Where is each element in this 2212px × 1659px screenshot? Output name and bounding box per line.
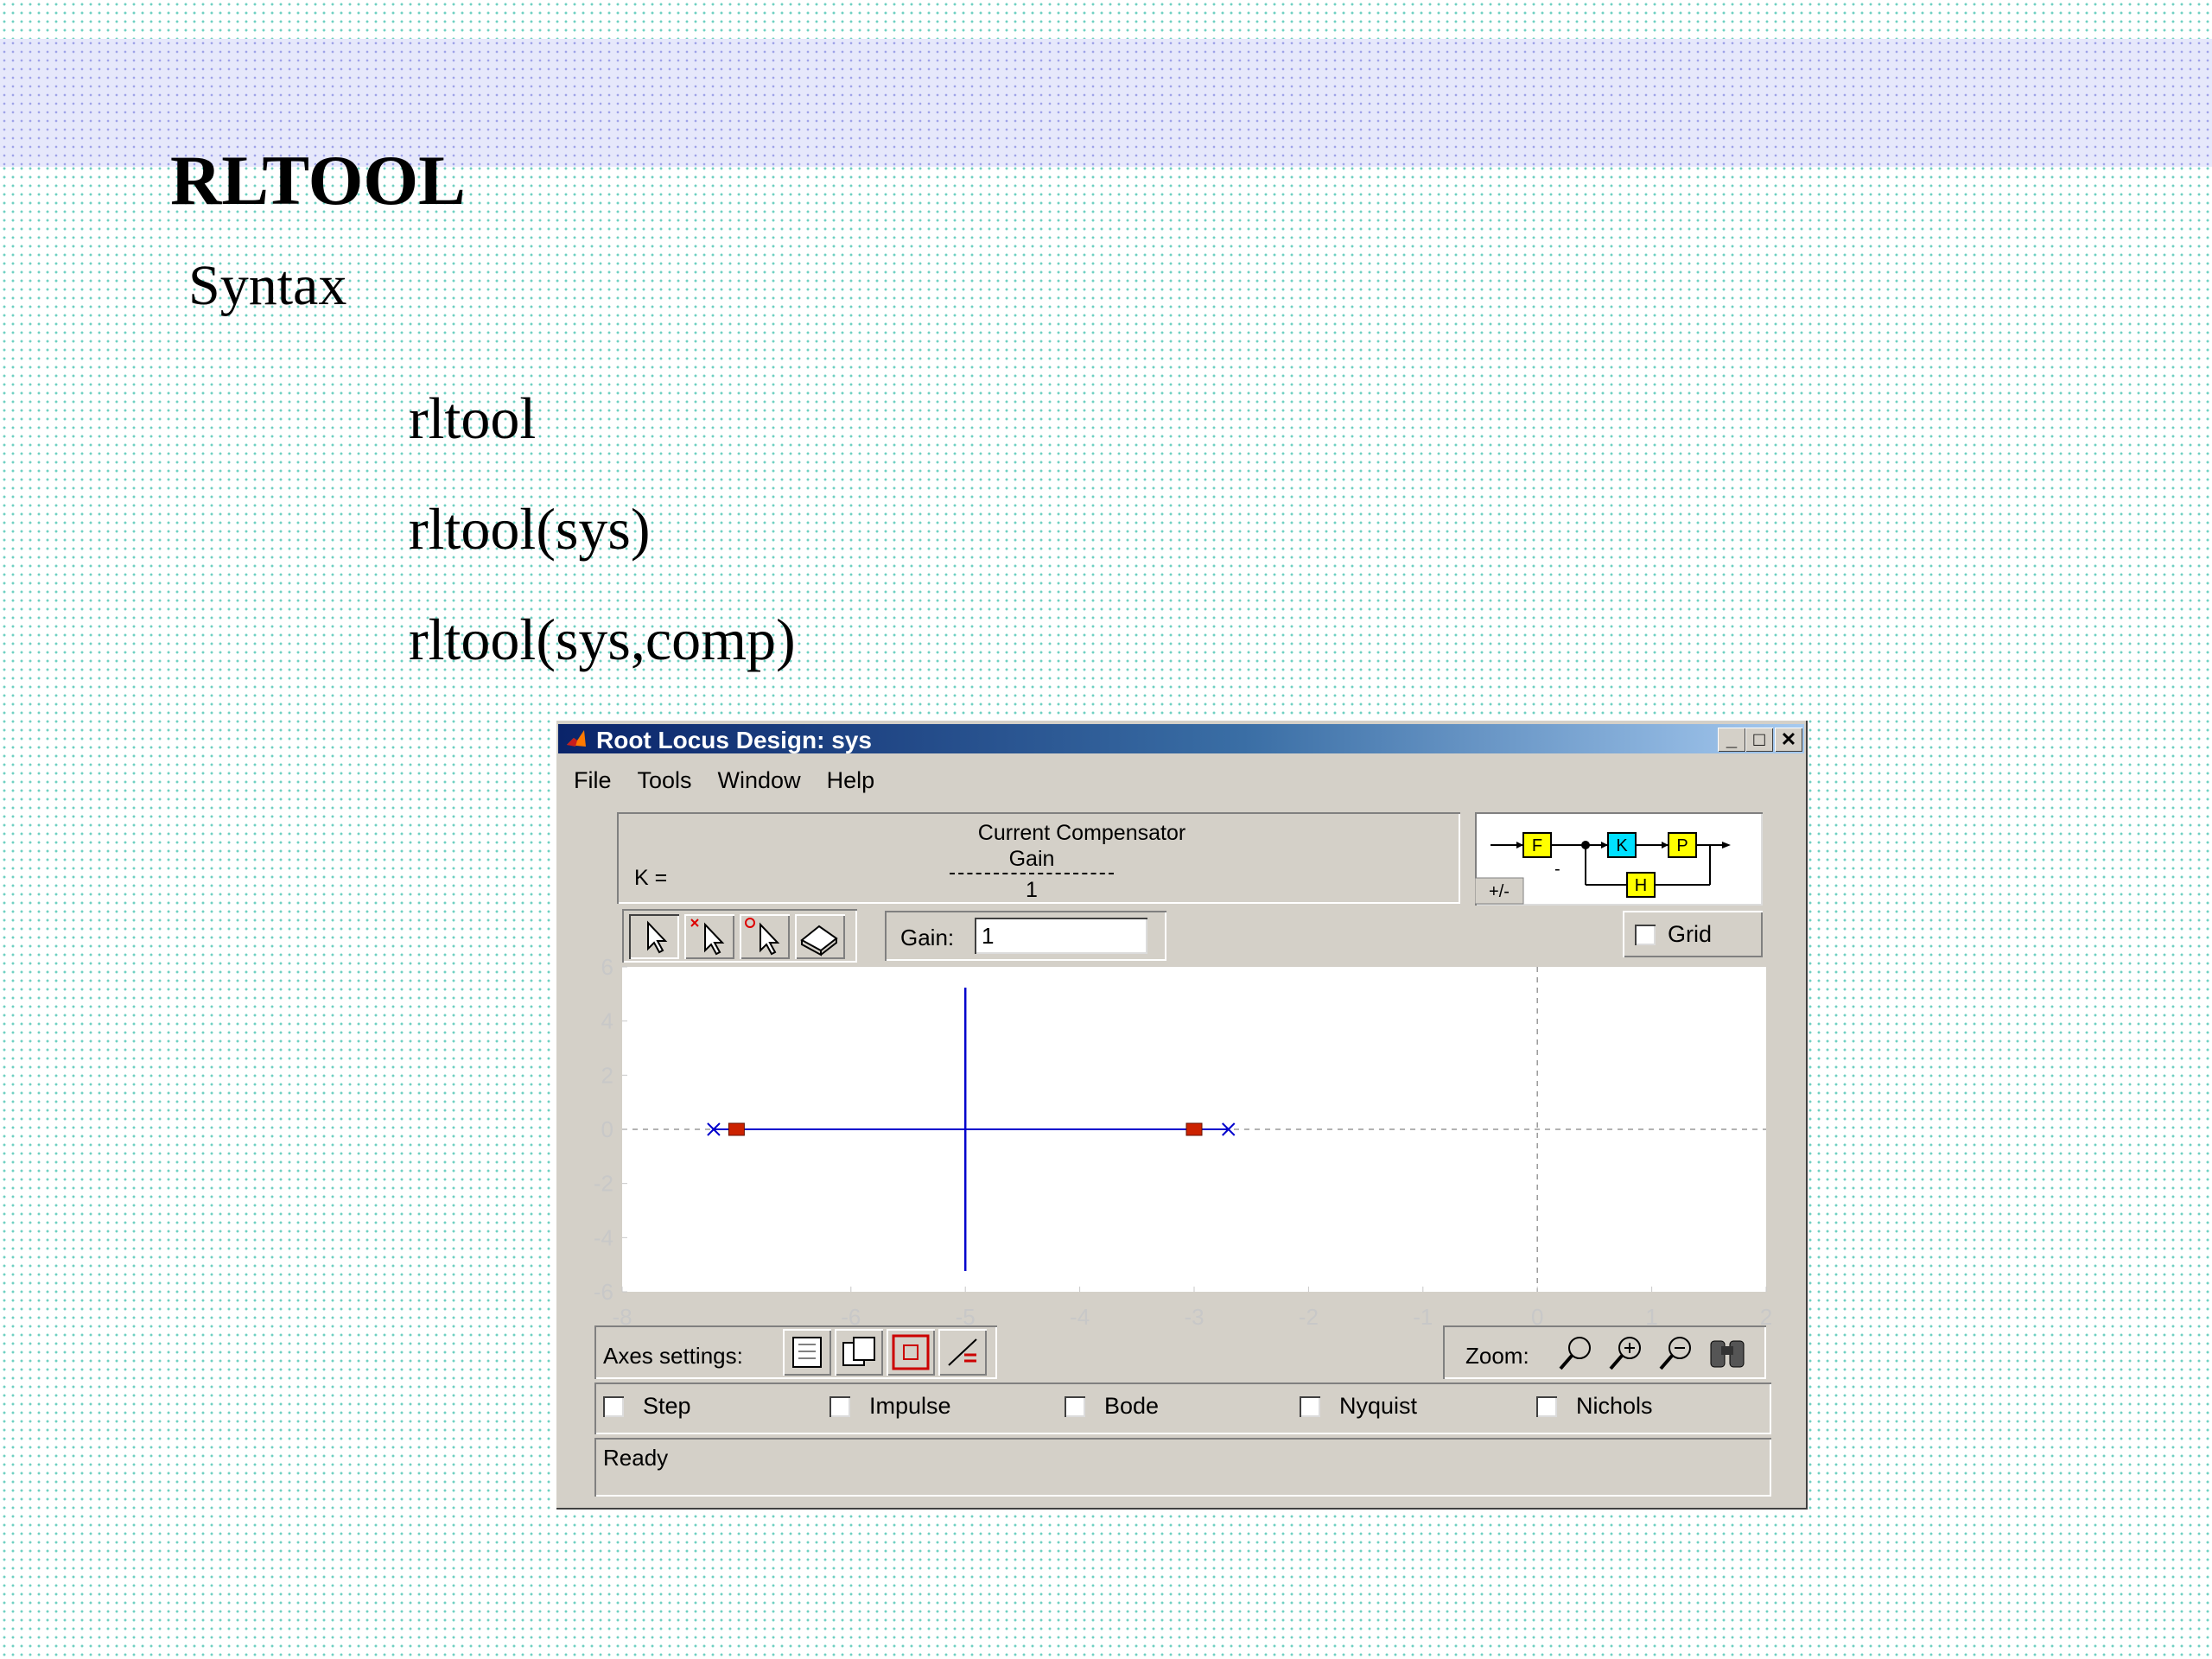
- impulse-checkbox[interactable]: [830, 1396, 850, 1417]
- axes-limits-button[interactable]: [783, 1329, 831, 1376]
- bode-label: Bode: [1104, 1393, 1160, 1419]
- zoom-xy-button[interactable]: [1654, 1329, 1700, 1376]
- zoom-xy-icon: [1659, 1337, 1691, 1370]
- axes-fit-icon: [842, 1337, 875, 1366]
- zoom-y-button[interactable]: [1604, 1329, 1650, 1376]
- axes-limits-icon: [792, 1337, 822, 1368]
- axes-settings-panel: Axes settings:: [594, 1325, 997, 1379]
- impulse-label: Impulse: [869, 1393, 951, 1419]
- axes-equal-button[interactable]: [938, 1329, 987, 1376]
- zoom-out-icon: [1710, 1340, 1745, 1368]
- axes-square-button[interactable]: [887, 1329, 935, 1376]
- axes-square-icon: [892, 1334, 930, 1370]
- x-tick-label: -2: [1299, 1304, 1319, 1330]
- command-rltool-sys-comp: rltool(sys,comp): [409, 607, 796, 672]
- command-rltool-sys: rltool(sys): [409, 496, 651, 562]
- response-plots-panel: Step Impulse Bode Nyquist Nichols: [594, 1382, 1771, 1434]
- nyquist-label: Nyquist: [1339, 1393, 1418, 1419]
- x-tick-label: -1: [1413, 1304, 1433, 1330]
- closed-loop-pole-marker: [1185, 1122, 1203, 1136]
- step-label: Step: [643, 1393, 691, 1419]
- step-checkbox[interactable]: [603, 1396, 624, 1417]
- x-tick-label: -4: [1070, 1304, 1090, 1330]
- zoom-label: Zoom:: [1465, 1343, 1529, 1369]
- nichols-label: Nichols: [1576, 1393, 1653, 1419]
- zoom-y-icon: [1609, 1337, 1641, 1370]
- status-text: Ready: [603, 1445, 669, 1471]
- zoom-x-button[interactable]: [1554, 1329, 1600, 1376]
- slide-title: RLTOOL: [170, 141, 466, 219]
- x-tick-label: -3: [1184, 1304, 1204, 1330]
- y-tick-label: 2: [601, 1062, 613, 1088]
- y-tick-label: -2: [594, 1171, 613, 1197]
- syntax-heading: Syntax: [188, 254, 347, 317]
- y-tick-label: 0: [601, 1116, 613, 1142]
- y-tick-label: -4: [594, 1224, 613, 1250]
- nyquist-checkbox[interactable]: [1300, 1396, 1320, 1417]
- nichols-checkbox[interactable]: [1536, 1396, 1557, 1417]
- status-bar: Ready: [594, 1438, 1771, 1497]
- y-tick-label: -6: [594, 1279, 613, 1305]
- closed-loop-pole-marker: [728, 1122, 745, 1136]
- y-tick-label: 4: [601, 1008, 613, 1034]
- root-locus-window: Root Locus Design: sys _ □ ✕ File Tools …: [555, 719, 1808, 1510]
- command-rltool: rltool: [409, 385, 537, 451]
- axes-fit-button[interactable]: [835, 1329, 883, 1376]
- y-tick-label: 6: [601, 954, 613, 980]
- zoom-x-icon: [1559, 1337, 1591, 1370]
- axes-equal-icon: [948, 1338, 977, 1366]
- bode-checkbox[interactable]: [1065, 1396, 1085, 1417]
- axes-settings-label: Axes settings:: [603, 1343, 743, 1369]
- zoom-out-button[interactable]: [1704, 1329, 1751, 1376]
- zoom-panel: Zoom:: [1443, 1325, 1766, 1379]
